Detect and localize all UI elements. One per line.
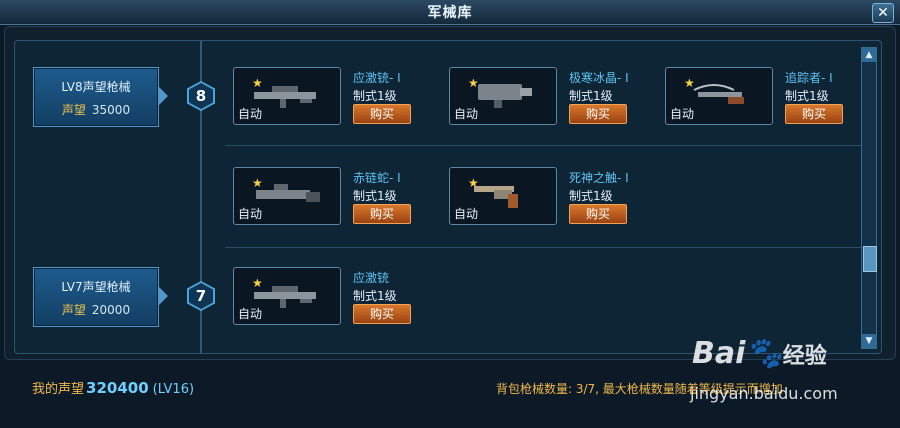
title-bar: 军械库 ✕ <box>0 0 900 25</box>
scrollbar[interactable]: ▲ ▼ <box>861 47 877 349</box>
level-pointer <box>158 86 168 106</box>
level-title: LV7声望枪械 <box>61 280 131 294</box>
level-box-lv7: LV7声望枪械 声望 20000 <box>33 267 159 327</box>
close-button[interactable]: ✕ <box>872 3 894 23</box>
buy-button[interactable]: 购买 <box>353 104 411 124</box>
row-divider <box>225 145 865 146</box>
close-icon: ✕ <box>877 5 889 21</box>
crossbow-icon <box>693 84 744 104</box>
level-pointer <box>158 286 168 306</box>
scroll-up-icon[interactable]: ▲ <box>862 48 876 62</box>
reputation-label: 声望 <box>61 303 86 317</box>
buy-button[interactable]: 购买 <box>353 204 411 224</box>
row-divider <box>225 247 865 248</box>
reputation-value: 320400 <box>86 379 149 397</box>
level-badge-7: 7 <box>187 281 215 311</box>
weapon-name: 极寒冰晶- I <box>569 71 629 85</box>
window-title: 军械库 <box>427 5 473 21</box>
fire-mode: 自动 <box>238 307 263 321</box>
buy-button[interactable]: 购买 <box>353 304 411 324</box>
weapon-card[interactable]: ★ 自动 <box>233 267 341 325</box>
weapon-card[interactable]: ★ 自动 <box>233 167 341 225</box>
weapon-card[interactable]: ★ 自动 <box>665 67 773 125</box>
buy-button[interactable]: 购买 <box>785 104 843 124</box>
weapon-type: 制式1级 <box>785 89 829 103</box>
weapon-card[interactable]: ★ 自动 <box>449 67 557 125</box>
armory-list: LV8声望枪械 声望 35000 8 LV7声望枪械 声望 20000 7 ★ 自动… <box>14 40 882 354</box>
fire-mode: 自动 <box>454 107 479 121</box>
reputation-value: 35000 <box>91 103 131 117</box>
weapon-name: 追踪者- I <box>785 71 833 85</box>
weapon-name: 赤链蛇- I <box>353 171 401 185</box>
level-badge-8: 8 <box>187 81 215 111</box>
fire-mode: 自动 <box>238 207 263 221</box>
watermark-url: jingyan.baidu.com <box>690 384 838 403</box>
level-box-lv8: LV8声望枪械 声望 35000 <box>33 67 159 127</box>
launcher-icon <box>256 184 320 202</box>
weapon-type: 制式1级 <box>353 189 397 203</box>
revolver-icon <box>474 186 518 208</box>
fire-mode: 自动 <box>670 107 695 121</box>
reputation-label: 声望 <box>61 103 86 117</box>
cannon-icon <box>478 84 532 108</box>
buy-button[interactable]: 购买 <box>569 104 627 124</box>
weapon-type: 制式1级 <box>569 89 613 103</box>
level-title: LV8声望枪械 <box>61 80 131 94</box>
weapon-name: 死神之触- I <box>569 171 629 185</box>
buy-button[interactable]: 购买 <box>569 204 627 224</box>
rifle-icon <box>254 86 316 108</box>
scroll-thumb[interactable] <box>863 246 877 272</box>
my-reputation: 我的声望 320400 (LV16) <box>32 378 194 397</box>
reputation-level: (LV16) <box>152 382 195 397</box>
fire-mode: 自动 <box>454 207 479 221</box>
weapon-type: 制式1级 <box>569 189 613 203</box>
watermark-logo: Bai🐾经验 <box>692 336 827 371</box>
weapon-name: 应激铳 <box>353 271 390 285</box>
weapon-type: 制式1级 <box>353 89 397 103</box>
weapon-card[interactable]: ★ 自动 <box>233 67 341 125</box>
reputation-value: 20000 <box>91 303 131 317</box>
weapon-card[interactable]: ★ 自动 <box>449 167 557 225</box>
rifle-icon <box>254 286 316 308</box>
reputation-label: 我的声望 <box>32 382 85 397</box>
weapon-name: 应激铳- I <box>353 71 401 85</box>
weapon-type: 制式1级 <box>353 289 397 303</box>
fire-mode: 自动 <box>238 107 263 121</box>
scroll-down-icon[interactable]: ▼ <box>862 334 876 348</box>
